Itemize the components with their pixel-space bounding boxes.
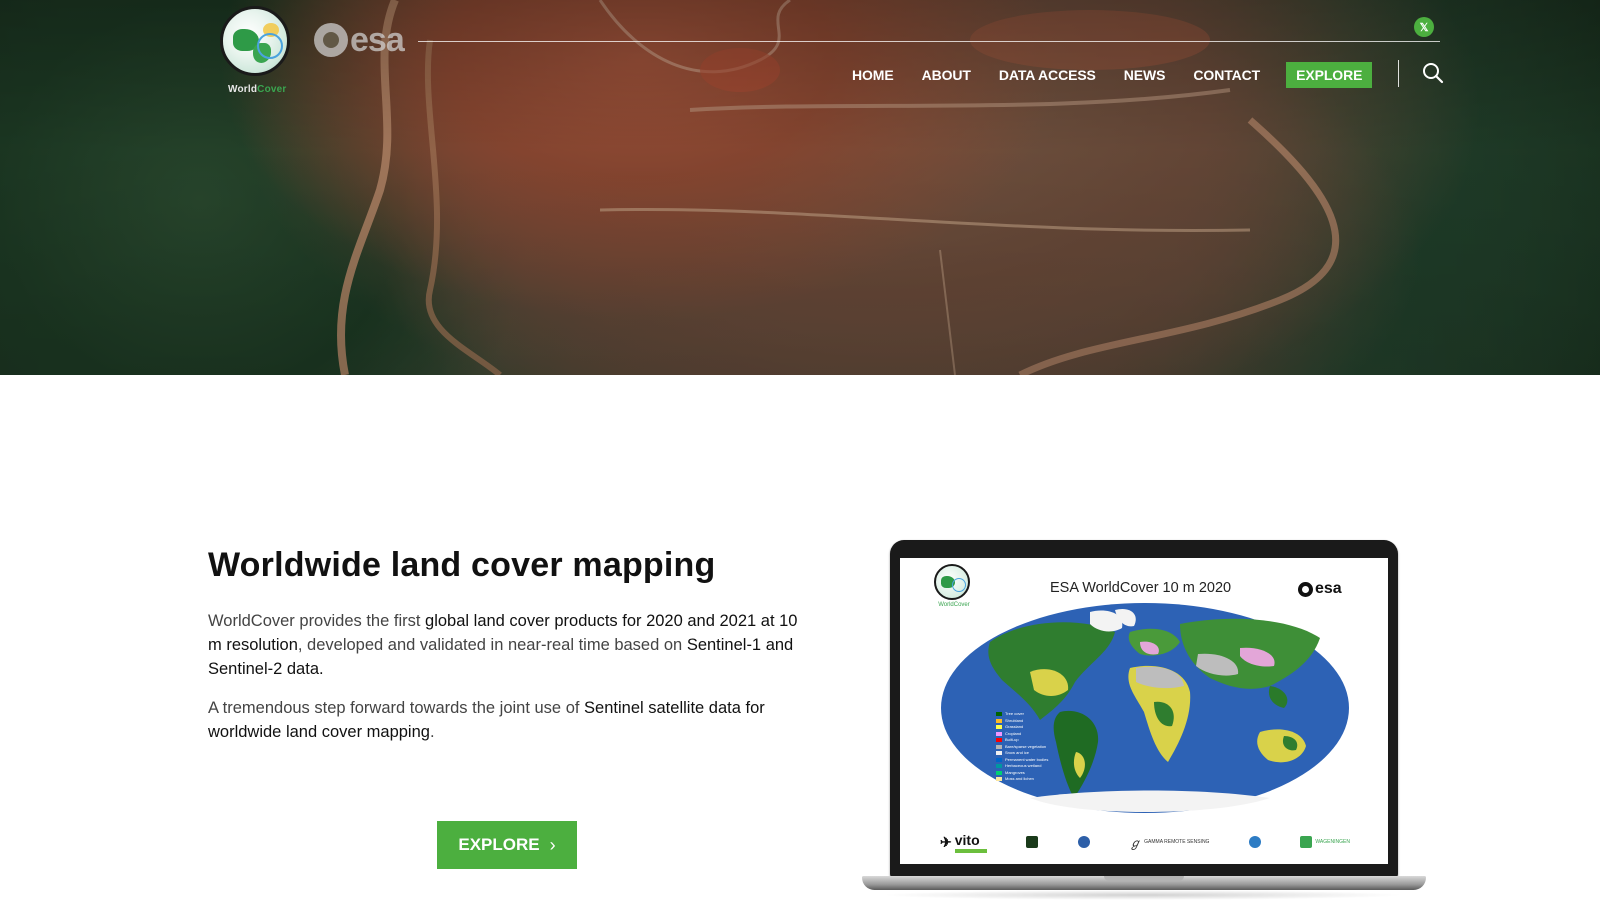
screen-esa-mark-icon — [1298, 581, 1313, 597]
partner-wageningen-logo: WAGENINGEN — [1300, 836, 1350, 848]
worldcover-logo[interactable]: WorldCover — [220, 6, 296, 95]
legend-item: Bare/sparse vegetation — [996, 744, 1048, 750]
search-icon[interactable] — [1422, 62, 1444, 84]
legend-swatch — [996, 770, 1002, 775]
nav-about[interactable]: ABOUT — [922, 67, 971, 83]
legend-swatch — [996, 757, 1002, 762]
legend-swatch — [996, 751, 1002, 755]
secondary-paragraph: A tremendous step forward towards the jo… — [208, 699, 765, 741]
page-title: Worldwide land cover mapping — [208, 546, 716, 584]
chevron-right-icon: › — [549, 834, 556, 855]
explore-button[interactable]: EXPLORE › — [437, 821, 577, 869]
nav-news[interactable]: NEWS — [1124, 67, 1166, 83]
nav-contact[interactable]: CONTACT — [1193, 67, 1260, 83]
laptop-screen: WorldCover ESA WorldCover 10 m 2020 esa — [900, 558, 1388, 864]
esa-logo-text: esa — [350, 20, 405, 59]
legend-swatch — [996, 777, 1002, 781]
main-nav: HOME ABOUT DATA ACCESS NEWS CONTACT EXPL… — [852, 62, 1373, 88]
legend-swatch — [996, 725, 1002, 729]
legend-swatch — [996, 731, 1002, 736]
nav-data-access[interactable]: DATA ACCESS — [999, 67, 1096, 83]
legend-item: Built-up — [996, 737, 1048, 743]
nav-home[interactable]: HOME — [852, 67, 894, 83]
legend-item: Moss and lichen — [996, 776, 1048, 782]
legend-item: Shrubland — [996, 718, 1048, 724]
globe-icon — [220, 6, 290, 76]
legend-item: Cropland — [996, 731, 1048, 737]
legend-item: Herbaceous wetland — [996, 763, 1048, 769]
legend-item: Permanent water bodies — [996, 757, 1048, 763]
map-legend: Tree cover Shrubland Grassland Cropland … — [996, 711, 1048, 783]
screen-map-title: ESA WorldCover 10 m 2020 — [1050, 580, 1232, 596]
esa-mark-icon — [314, 23, 348, 57]
header-divider-line — [418, 41, 1440, 42]
legend-swatch — [996, 744, 1002, 749]
esa-logo[interactable]: esa — [314, 20, 405, 60]
partner-logos: ✈ vito ℊ GAMMA REMOTE SENSING WAGENINGEN — [940, 828, 1350, 856]
partner-es-group-logo — [1077, 836, 1090, 848]
legend-item: Mangroves — [996, 770, 1048, 776]
screen-esa-logo: esa — [1298, 580, 1342, 598]
partner-gamma-logo: ℊ GAMMA REMOTE SENSING — [1129, 835, 1210, 850]
partner-vito-logo: ✈ vito — [940, 832, 987, 853]
laptop-base — [862, 876, 1426, 890]
intro-paragraph: WorldCover provides the first global lan… — [208, 612, 798, 678]
nav-explore-button[interactable]: EXPLORE — [1286, 62, 1373, 88]
explore-button-label: EXPLORE — [458, 835, 540, 854]
legend-swatch — [996, 718, 1002, 723]
legend-swatch — [996, 738, 1002, 742]
laptop-lid: WorldCover ESA WorldCover 10 m 2020 esa — [890, 540, 1398, 878]
nav-divider — [1398, 60, 1399, 87]
legend-swatch — [996, 764, 1002, 768]
screen-globe-icon — [934, 564, 970, 600]
partner-iiasa-logo — [1248, 836, 1261, 848]
laptop-shadow — [880, 890, 1405, 900]
laptop-mockup: WorldCover ESA WorldCover 10 m 2020 esa — [860, 540, 1426, 900]
partner-logo-square — [1026, 836, 1039, 848]
x-social-icon[interactable]: 𝕏 — [1414, 17, 1434, 37]
screen-esa-text: esa — [1315, 580, 1342, 597]
legend-item: Tree cover — [996, 711, 1048, 717]
legend-item: Snow and ice — [996, 750, 1048, 756]
worldcover-logo-text: WorldCover — [228, 84, 287, 95]
legend-item: Grassland — [996, 724, 1048, 730]
legend-swatch — [996, 712, 1002, 716]
